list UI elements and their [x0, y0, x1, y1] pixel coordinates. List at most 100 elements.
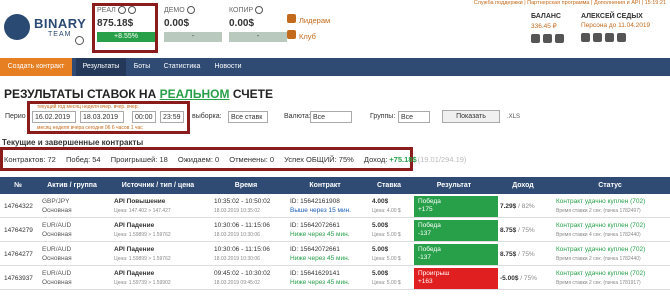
row-stake-price: Цена: 5.00 $	[372, 256, 401, 262]
account-real[interactable]: РЕАЛ 875.18$ +8.55%	[97, 6, 155, 50]
result-value: -137	[418, 230, 432, 237]
date-from-input[interactable]: 16.02.2019	[32, 111, 76, 123]
currency-dropdown[interactable]: Все	[310, 111, 352, 123]
top-links[interactable]: Служба поддержки | Партнерская программа…	[474, 0, 666, 6]
currency-label: Валюта:	[284, 113, 311, 120]
col-asset[interactable]: Актив / группа	[36, 177, 108, 194]
history-icon[interactable]	[555, 34, 564, 43]
mail-icon[interactable]	[605, 33, 614, 42]
income-pct: / 75%	[518, 227, 535, 234]
nav-create-contract[interactable]: Создать контракт	[0, 58, 72, 76]
groups-dropdown[interactable]: Все	[398, 111, 430, 123]
period-hint-bottom[interactable]: месяц неделя вчера сегодня 06 6 часов 1 …	[37, 125, 143, 131]
gear-icon[interactable]	[186, 6, 195, 14]
page-title: РЕЗУЛЬТАТЫ СТАВОК НА РЕАЛЬНОМ СЧЕТЕ	[4, 87, 273, 101]
row-status-detail: Время ставки 2 сек. (пачка 1782440)	[556, 256, 641, 262]
row-status-detail: Время ставки 4 сек. (пачка 1782440)	[556, 232, 641, 238]
col-contract[interactable]: Контракт	[284, 177, 366, 194]
row-stake-price: Цена: 5.00 $	[372, 232, 401, 238]
wallet-icon[interactable]	[531, 34, 540, 43]
title-post: СЧЕТЕ	[232, 87, 273, 101]
row-income: 8.75$ / 75%	[500, 251, 535, 259]
gear-icon[interactable]	[117, 6, 126, 14]
contracts-subtitle: Текущие и завершенные контракты	[2, 138, 144, 147]
row-income: -5.00$ / 75%	[500, 275, 537, 283]
account-demo[interactable]: ДЕМО 0.00$ -	[164, 6, 222, 50]
stat-wins: Побед: 54	[65, 155, 101, 164]
row-contract-id[interactable]: ID: 15642161908	[290, 198, 340, 206]
nav-bots[interactable]: Боты	[128, 58, 156, 76]
user-icon[interactable]	[581, 33, 590, 42]
date-to-input[interactable]: 18.03.2019	[80, 111, 124, 123]
row-status-detail: Время ставки 2 сек. (пачка 1782497)	[556, 208, 641, 214]
row-status: Контракт удачно куплен (702)	[556, 222, 646, 229]
row-income: 8.75$ / 75%	[500, 227, 535, 235]
result-value: -137	[418, 254, 432, 261]
settings-icon[interactable]	[593, 33, 602, 42]
balance-label: БАЛАНС	[531, 13, 561, 20]
table-row[interactable]: 14763937 EUR/AUD Основная API Падение Цена: …	[0, 267, 670, 290]
row-status-detail: Время ставки 2 сек. (пачка 1781917)	[556, 280, 641, 286]
gear-icon[interactable]	[255, 6, 264, 14]
balance-value: 336.45 ₽	[531, 23, 557, 30]
xls-link[interactable]: .XLS	[507, 114, 520, 120]
row-source: API Повышение	[114, 198, 166, 205]
row-source: API Падение	[114, 270, 155, 277]
col-stake[interactable]: Ставка	[366, 177, 412, 194]
stat-income-label: Доход:	[363, 155, 388, 164]
table-row[interactable]: 14764277 EUR/AUD Основная API Падение Цена: …	[0, 243, 670, 266]
select-dropdown[interactable]: Все ставк	[228, 111, 268, 123]
stat-losses: Проигрышей: 18	[110, 155, 168, 164]
row-price: Цена: 1.59739 > 1.59902	[114, 280, 171, 286]
col-result[interactable]: Результат	[412, 177, 496, 194]
row-asset: EUR/AUD	[42, 222, 72, 229]
leaders-link[interactable]: Лидерам	[287, 14, 330, 25]
income-value: 8.75$	[500, 251, 517, 258]
row-contract-id[interactable]: ID: 15642072661	[290, 246, 340, 254]
account-copier[interactable]: КОПИР 0.00$ -	[229, 6, 287, 50]
row-time: 09:45:02 - 10:30:02	[214, 270, 271, 277]
col-status[interactable]: Статус	[550, 177, 670, 194]
show-button[interactable]: Показать	[442, 110, 500, 123]
row-contract-id[interactable]: ID: 15642072661	[290, 222, 340, 230]
logo-icon	[4, 14, 30, 40]
col-number[interactable]: №	[0, 177, 36, 194]
balance-block[interactable]: БАЛАНС 336.45 ₽	[531, 13, 567, 45]
row-status: Контракт удачно куплен (702)	[556, 198, 646, 205]
row-result: Победа -137	[414, 220, 498, 241]
logo[interactable]: BINARY TEAM	[4, 12, 86, 46]
stat-income-value: +75.18$	[389, 155, 417, 164]
stat-contracts: Контрактов: 72	[4, 155, 56, 164]
period-hint-top[interactable]: текущий год месяц неделя вчер. вчер. вче…	[37, 104, 139, 110]
col-source[interactable]: Источник / тип / цена	[108, 177, 208, 194]
logo-text: BINARY	[34, 16, 87, 31]
row-contract-type: Ниже через 45 мин.	[290, 255, 350, 262]
time-from-input[interactable]: 00:00	[132, 111, 156, 123]
col-time[interactable]: Время	[208, 177, 284, 194]
nav-news[interactable]: Новости	[208, 58, 248, 76]
income-pct: / 75%	[520, 275, 537, 282]
deposit-icon[interactable]	[543, 34, 552, 43]
col-income[interactable]: Доход	[496, 177, 550, 194]
row-contract-id[interactable]: ID: 15641629141	[290, 270, 340, 278]
time-to-input[interactable]: 23:59	[160, 111, 184, 123]
logout-icon[interactable]	[617, 33, 626, 42]
row-stake: 4.00$	[372, 198, 389, 205]
club-label: Клуб	[299, 32, 316, 41]
row-result: Победа -137	[414, 244, 498, 265]
table-row[interactable]: 14764279 EUR/AUD Основная API Падение Цена: …	[0, 219, 670, 242]
leaders-label: Лидерам	[299, 16, 331, 25]
row-stake-price: Цена: 4.00 $	[372, 208, 401, 214]
row-asset: EUR/AUD	[42, 246, 72, 253]
title-pre: РЕЗУЛЬТАТЫ СТАВОК НА	[4, 87, 157, 101]
user-block[interactable]: АЛЕКСЕЙ СЕДЫХ Персона до 11.04.2019	[581, 13, 650, 44]
reload-icon[interactable]	[75, 36, 84, 45]
row-date: 18.03.2019 10:30:06	[214, 232, 260, 238]
close-icon[interactable]	[127, 6, 136, 14]
nav-statistics[interactable]: Статистика	[158, 58, 206, 76]
club-link[interactable]: Клуб	[287, 30, 316, 41]
table-row[interactable]: 14764322 GBP/JPY Основная API Повышение Цена…	[0, 195, 670, 218]
nav-results[interactable]: Результаты	[76, 58, 126, 76]
income-value: 7.29$	[500, 203, 517, 210]
row-price: Цена: 147.402 > 147.427	[114, 208, 171, 214]
